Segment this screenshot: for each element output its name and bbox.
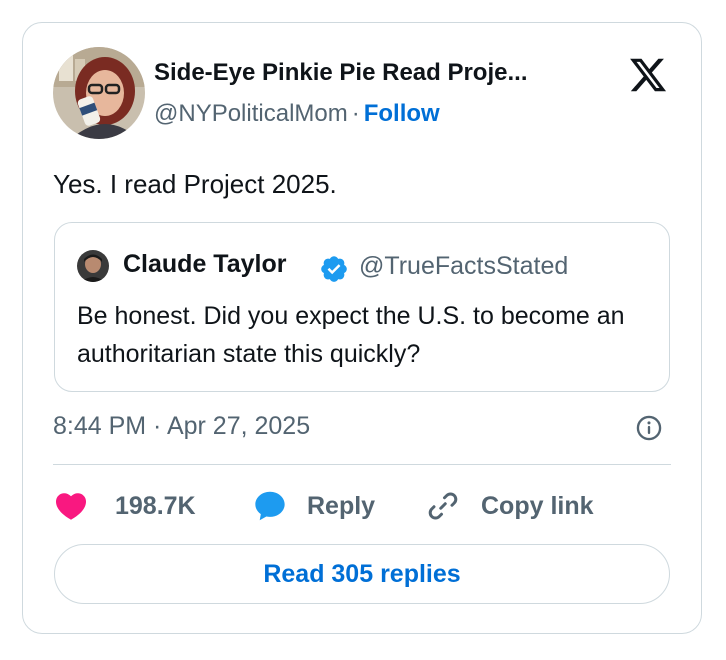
reply-button[interactable]: Reply bbox=[251, 485, 375, 527]
quoted-tweet-text: Be honest. Did you expect the U.S. to be… bbox=[77, 302, 625, 368]
separator-dot: · bbox=[351, 100, 360, 127]
tweet-embed-card: Side-Eye Pinkie Pie Read Proje... @NYPol… bbox=[22, 22, 702, 634]
tweet-text: Yes. I read Project 2025. bbox=[53, 169, 337, 199]
author-handle-row: @NYPoliticalMom · Follow bbox=[154, 100, 440, 128]
copy-link-button[interactable]: Copy link bbox=[425, 485, 594, 527]
reply-label: Reply bbox=[307, 491, 376, 520]
tweet-timestamp[interactable]: 8:44 PM · Apr 27, 2025 bbox=[53, 412, 310, 441]
verified-badge-icon bbox=[321, 256, 347, 282]
copy-link-label: Copy link bbox=[481, 491, 594, 520]
author-display-name[interactable]: Side-Eye Pinkie Pie Read Proje... bbox=[154, 59, 528, 87]
quoted-author-avatar[interactable] bbox=[77, 250, 109, 282]
heart-icon bbox=[55, 493, 87, 520]
author-avatar-image bbox=[53, 47, 145, 139]
read-replies-button[interactable]: Read 305 replies bbox=[54, 544, 670, 604]
follow-button[interactable]: Follow bbox=[364, 100, 440, 127]
quoted-author-handle[interactable]: @TrueFactsStated bbox=[359, 252, 568, 281]
author-avatar[interactable] bbox=[53, 47, 145, 139]
speech-bubble-icon bbox=[255, 491, 285, 521]
divider bbox=[53, 464, 671, 465]
author-handle[interactable]: @NYPoliticalMom bbox=[154, 100, 348, 127]
link-icon bbox=[428, 492, 458, 520]
like-button[interactable]: 198.7K bbox=[53, 485, 196, 527]
quoted-author-name[interactable]: Claude Taylor bbox=[123, 250, 286, 279]
x-logo-icon[interactable] bbox=[627, 55, 669, 95]
info-icon[interactable] bbox=[635, 414, 663, 442]
like-count: 198.7K bbox=[115, 491, 196, 520]
quoted-tweet[interactable]: Claude Taylor @TrueFactsStated Be honest… bbox=[54, 222, 670, 392]
quoted-author-avatar-image bbox=[77, 250, 109, 282]
